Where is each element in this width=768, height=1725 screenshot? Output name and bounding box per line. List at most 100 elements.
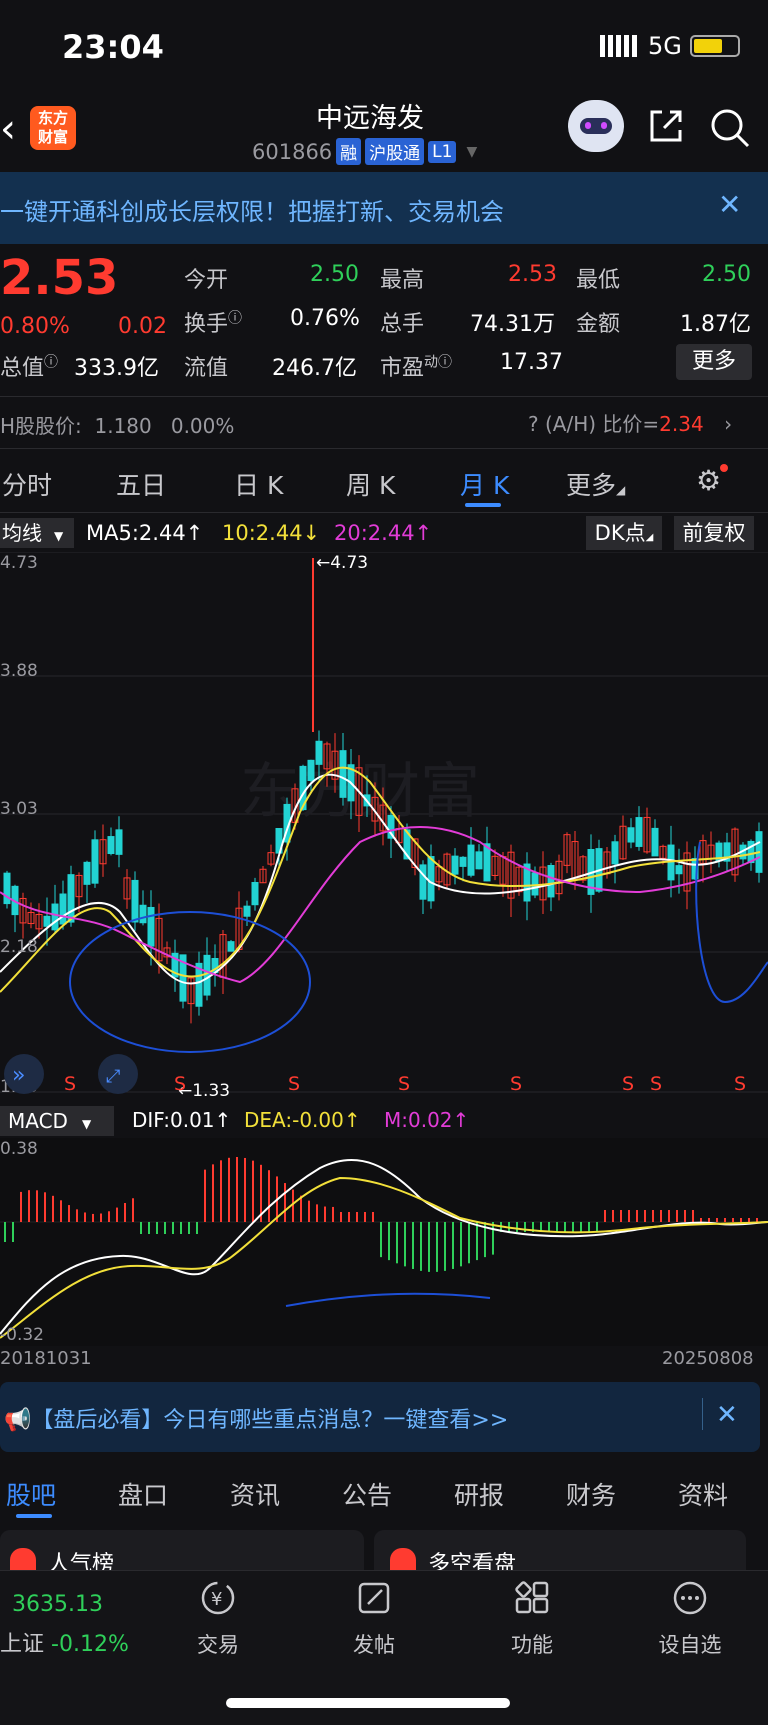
tab-profile[interactable]: 资料 xyxy=(678,1476,728,1512)
index-value[interactable]: 3635.13 xyxy=(12,1592,103,1617)
edit-icon xyxy=(358,1582,390,1614)
macd-chart[interactable]: 0.38 -0.32 xyxy=(0,1138,768,1346)
nav-add-watchlist[interactable]: 设自选 xyxy=(640,1580,740,1659)
more-dots-icon xyxy=(673,1581,707,1615)
candle-body xyxy=(459,856,467,867)
macd-select[interactable]: MACD ▼ xyxy=(0,1106,114,1136)
candle-body xyxy=(427,856,435,902)
macd-bar xyxy=(420,1222,422,1271)
low-value: 2.50 xyxy=(702,262,751,287)
current-price: 2.53 xyxy=(0,250,119,306)
promo-banner-text[interactable]: 一键开通科创成长层权限！把握打新、交易机会 xyxy=(0,192,504,227)
index-name[interactable]: 上证 -0.12% xyxy=(0,1626,129,1658)
assistant-robot-icon[interactable] xyxy=(568,100,624,152)
settings-gear-icon[interactable]: ⚙ xyxy=(696,464,728,497)
candle-body xyxy=(51,903,59,931)
search-icon[interactable] xyxy=(708,106,752,150)
tab-finance[interactable]: 财务 xyxy=(566,1476,616,1512)
nav-trade[interactable]: ¥ 交易 xyxy=(168,1580,268,1659)
macd-bar xyxy=(108,1211,110,1222)
help-icon[interactable]: ? xyxy=(528,412,539,436)
macd-bar xyxy=(292,1189,294,1222)
tab-research[interactable]: 研报 xyxy=(454,1476,504,1512)
macd-bar xyxy=(612,1210,614,1222)
candle-body xyxy=(627,827,635,843)
candlestick-chart[interactable]: 东方财富 ←4.73 ←1.33 4.73 3.88 3.03 2.18 1.3… xyxy=(0,552,768,1100)
indicator-select[interactable]: 均线 ▼ xyxy=(0,518,74,548)
y-label-4: 2.18 xyxy=(0,937,38,957)
macd-bar xyxy=(36,1190,38,1222)
share-icon[interactable] xyxy=(646,106,686,146)
candle-body xyxy=(475,851,483,870)
svg-text:⤢: ⤢ xyxy=(106,1066,121,1087)
svg-text:S: S xyxy=(650,1073,662,1095)
status-network: 5G xyxy=(600,32,740,60)
candles xyxy=(3,558,763,1024)
ma5-value: MA5:2.44↑ xyxy=(86,521,204,545)
tab-monthly-k[interactable]: 月 K xyxy=(460,466,509,502)
candle-body xyxy=(67,874,75,923)
tab-weekly-k[interactable]: 周 K xyxy=(346,466,395,502)
macd-bar xyxy=(356,1212,358,1222)
macd-bar xyxy=(668,1210,670,1222)
tab-order-book[interactable]: 盘口 xyxy=(118,1476,168,1512)
macd-bar xyxy=(740,1218,742,1222)
y-label-top: 4.73 xyxy=(0,553,38,573)
macd-bar xyxy=(628,1210,630,1222)
svg-text:S: S xyxy=(288,1073,300,1095)
candle-body xyxy=(107,836,115,855)
macd-bar xyxy=(132,1198,134,1222)
info-icon[interactable]: ⓘ xyxy=(438,355,452,371)
macd-bar xyxy=(12,1222,14,1242)
tab-daily-k[interactable]: 日 K xyxy=(234,466,283,502)
tab-guba[interactable]: 股吧 xyxy=(6,1476,56,1512)
macd-bar xyxy=(60,1200,62,1222)
macd-bar xyxy=(252,1160,254,1222)
info-icon[interactable]: ⓘ xyxy=(228,311,242,327)
max-label: ←4.73 xyxy=(316,553,368,573)
info-icon[interactable]: ⓘ xyxy=(44,355,58,371)
candle-body xyxy=(243,905,251,917)
macd-bar xyxy=(92,1213,94,1222)
pe-label: 市盈动ⓘ xyxy=(380,354,453,381)
candle-body xyxy=(147,906,155,947)
tab-more[interactable]: 更多◢ xyxy=(566,466,625,502)
macd-bar xyxy=(348,1212,350,1222)
tab-news[interactable]: 资讯 xyxy=(230,1476,280,1512)
macd-bar xyxy=(572,1222,574,1232)
macd-bar xyxy=(228,1157,230,1222)
rank-icon xyxy=(10,1548,36,1570)
nav-functions-label: 功能 xyxy=(511,1633,553,1657)
macd-bar xyxy=(52,1195,54,1222)
macd-bar xyxy=(244,1157,246,1222)
more-button[interactable]: 更多 xyxy=(676,344,752,380)
notice-text[interactable]: 📢【盘后必看】今日有哪些重点消息？一键查看>> xyxy=(4,1402,508,1434)
tab-five-day[interactable]: 五日 xyxy=(116,466,166,502)
macd-bar xyxy=(172,1222,174,1234)
macd-bar xyxy=(556,1222,558,1232)
macd-bar xyxy=(708,1218,710,1222)
vs-icon xyxy=(390,1548,416,1570)
candle-body xyxy=(59,893,67,925)
adjust-button[interactable]: 前复权 xyxy=(674,516,754,550)
candle-body xyxy=(611,841,619,865)
y-label-2: 3.88 xyxy=(0,661,38,681)
float-value: 246.7亿 xyxy=(272,356,357,381)
tab-announcements[interactable]: 公告 xyxy=(342,1476,392,1512)
svg-text:S: S xyxy=(510,1073,522,1095)
close-icon[interactable]: ✕ xyxy=(716,1400,738,1430)
dk-point-button[interactable]: DK点◢ xyxy=(586,516,662,550)
h-share-row: H股股价: 1.180 0.00% xyxy=(0,414,235,438)
nav-functions[interactable]: 功能 xyxy=(482,1580,582,1659)
macd-bar xyxy=(564,1222,566,1232)
nav-post[interactable]: 发帖 xyxy=(324,1580,424,1659)
macd-bar xyxy=(700,1218,702,1222)
tab-underline xyxy=(465,503,501,507)
stock-code-row[interactable]: 601866 融 沪股通 L1 ▼ xyxy=(252,138,477,165)
open-label: 今开 xyxy=(184,268,229,293)
tab-intraday[interactable]: 分时 xyxy=(2,466,52,502)
ah-ratio[interactable]: ? (A/H) 比价=2.34 › xyxy=(528,408,732,437)
macd-bar xyxy=(468,1222,470,1264)
close-icon[interactable]: ✕ xyxy=(718,188,741,221)
macd-bar xyxy=(676,1210,678,1222)
